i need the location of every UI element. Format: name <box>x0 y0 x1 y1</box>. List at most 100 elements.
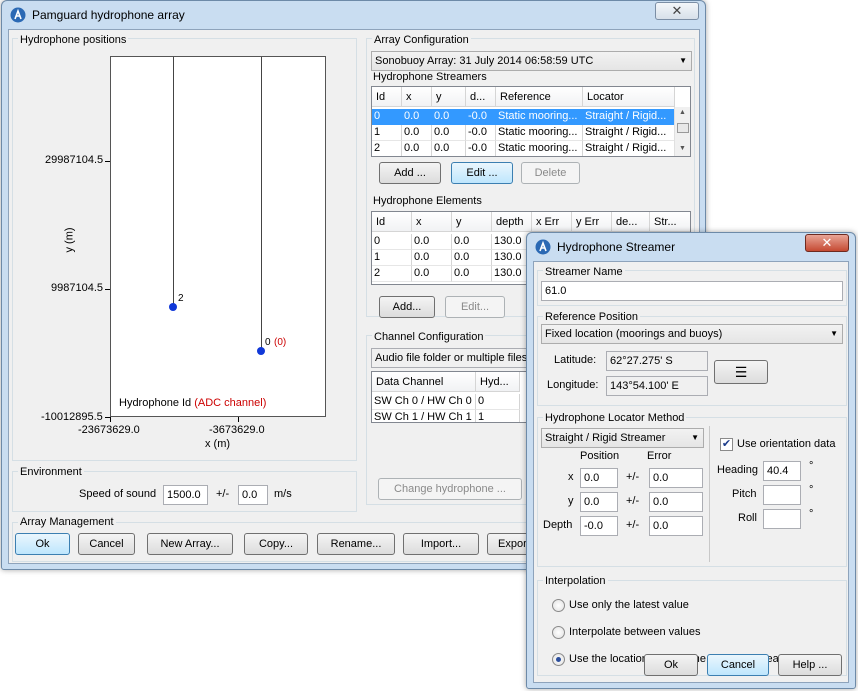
longitude-field: 143°54.100' E <box>606 376 708 396</box>
depth-error-input[interactable]: 0.0 <box>649 516 703 536</box>
position-menu-button[interactable]: ☰ <box>714 360 768 384</box>
streamer-close-button[interactable]: ✕ <box>805 234 849 252</box>
streamers-scrollbar[interactable]: ▲ ▼ <box>674 107 690 156</box>
table-row[interactable]: 2 0.0 0.0 -0.0 Static mooring... Straigh… <box>372 141 690 156</box>
x-plusminus-label: +/- <box>626 471 640 483</box>
streamers-table[interactable]: Id x y d... Reference Locator 0 0.0 0.0 … <box>371 86 691 157</box>
streamer-name-input[interactable]: 61.0 <box>541 281 843 301</box>
depth-position-input[interactable]: -0.0 <box>580 516 618 536</box>
interp-preceeding-radio[interactable] <box>552 653 565 666</box>
environment-label: Environment <box>18 466 84 478</box>
main-window-title: Pamguard hydrophone array <box>32 8 185 22</box>
table-row[interactable]: 0 0.0 0.0 -0.0 Static mooring... Straigh… <box>372 109 690 125</box>
main-titlebar[interactable]: Pamguard hydrophone array ✕ <box>2 1 705 29</box>
table-cell: -0.0 <box>466 109 496 125</box>
chevron-down-icon: ▼ <box>691 433 699 442</box>
table-cell: 0.0 <box>452 234 492 250</box>
streamers-col-x[interactable]: x <box>402 87 432 107</box>
streamer-help-button[interactable]: Help ... <box>778 654 842 676</box>
pitch-degree-label: ° <box>809 484 814 496</box>
use-orientation-checkbox[interactable]: ✔ <box>720 438 733 451</box>
element-add-button[interactable]: Add... <box>379 296 435 318</box>
y-tick-label: 9987104.5 <box>51 282 103 294</box>
table-cell: 2 <box>372 266 412 282</box>
table-cell: SW Ch 1 / HW Ch 1 <box>372 410 476 422</box>
interp-latest-radio[interactable] <box>552 599 565 612</box>
streamer-add-button[interactable]: Add ... <box>379 162 441 184</box>
y-position-input[interactable]: 0.0 <box>580 492 618 512</box>
roll-label: Roll <box>738 512 757 524</box>
streamer-dialog-titlebar[interactable]: Hydrophone Streamer ✕ <box>527 233 855 261</box>
y-axis-label: y (m) <box>63 227 76 253</box>
interp-latest-label: Use only the latest value <box>569 599 689 611</box>
streamers-col-depth[interactable]: d... <box>466 87 496 107</box>
x-error-input[interactable]: 0.0 <box>649 468 703 488</box>
elements-col-streamer[interactable]: Str... <box>650 212 690 232</box>
locator-select[interactable]: Straight / Rigid Streamer ▼ <box>541 428 704 448</box>
speed-of-sound-input[interactable]: 1500.0 <box>163 485 208 505</box>
table-cell: 0.0 <box>412 266 452 282</box>
pitch-input[interactable] <box>763 485 801 505</box>
scroll-thumb[interactable] <box>677 123 689 133</box>
elements-col-id[interactable]: Id <box>372 212 412 232</box>
array-select[interactable]: Sonobuoy Array: 31 July 2014 06:58:59 UT… <box>371 51 692 71</box>
element-edit-button[interactable]: Edit... <box>445 296 505 318</box>
rename-button[interactable]: Rename... <box>317 533 395 555</box>
y-tick-mark <box>105 161 110 162</box>
interp-between-radio[interactable] <box>552 626 565 639</box>
new-array-button[interactable]: New Array... <box>147 533 233 555</box>
table-cell: 0.0 <box>432 141 466 156</box>
elements-col-y[interactable]: y <box>452 212 492 232</box>
streamer-ok-button[interactable]: Ok <box>644 654 698 676</box>
hydrophone-label-0: 0 <box>265 337 271 348</box>
x-label: x <box>568 471 574 483</box>
hydrophone-label-2: 2 <box>178 293 184 304</box>
scroll-down-icon[interactable]: ▼ <box>679 145 686 152</box>
main-close-button[interactable]: ✕ <box>655 2 699 20</box>
table-cell: -0.0 <box>466 125 496 141</box>
streamer-dialog: Hydrophone Streamer ✕ Streamer Name 61.0… <box>526 232 856 689</box>
channels-col-hydrophone[interactable]: Hyd... <box>476 372 520 392</box>
longitude-label: Longitude: <box>547 379 599 391</box>
scroll-up-icon[interactable]: ▲ <box>679 109 686 116</box>
latitude-field: 62°27.275' S <box>606 351 708 371</box>
x-tick-label: -23673629.0 <box>78 424 140 436</box>
roll-input[interactable] <box>763 509 801 529</box>
elements-col-depth-err[interactable]: de... <box>612 212 650 232</box>
heading-input[interactable]: 40.4 <box>763 461 801 481</box>
x-position-input[interactable]: 0.0 <box>580 468 618 488</box>
main-cancel-button[interactable]: Cancel <box>78 533 135 555</box>
locator-separator <box>709 426 710 562</box>
reference-select[interactable]: Fixed location (moorings and buoys) ▼ <box>541 324 843 344</box>
table-cell: 0 <box>476 394 520 410</box>
y-tick-mark <box>105 289 110 290</box>
y-tick-label: -10012895.5 <box>41 411 103 423</box>
streamers-col-reference[interactable]: Reference <box>496 87 583 107</box>
table-cell: 0.0 <box>452 266 492 282</box>
streamer-delete-button[interactable]: Delete <box>521 162 580 184</box>
import-button[interactable]: Import... <box>403 533 479 555</box>
table-cell: 0.0 <box>452 250 492 266</box>
elements-col-depth[interactable]: depth <box>492 212 532 232</box>
table-cell: 0.0 <box>402 109 432 125</box>
y-error-input[interactable]: 0.0 <box>649 492 703 512</box>
channels-col-data-channel[interactable]: Data Channel <box>372 372 476 392</box>
streamers-col-y[interactable]: y <box>432 87 466 107</box>
change-hydrophone-button[interactable]: Change hydrophone ... <box>378 478 522 500</box>
streamer-edit-button[interactable]: Edit ... <box>451 162 513 184</box>
streamers-col-locator[interactable]: Locator <box>583 87 675 107</box>
table-row[interactable]: 1 0.0 0.0 -0.0 Static mooring... Straigh… <box>372 125 690 141</box>
streamers-col-id[interactable]: Id <box>372 87 402 107</box>
elements-col-y-err[interactable]: y Err <box>572 212 612 232</box>
main-ok-button[interactable]: Ok <box>15 533 70 555</box>
speed-error-input[interactable]: 0.0 <box>238 485 268 505</box>
streamer-cancel-button[interactable]: Cancel <box>707 654 769 676</box>
hydrophone-plot[interactable]: 2 0 (0) Hydrophone Id (ADC channel) <box>110 56 326 417</box>
elements-col-x-err[interactable]: x Err <box>532 212 572 232</box>
elements-col-x[interactable]: x <box>412 212 452 232</box>
copy-button[interactable]: Copy... <box>244 533 308 555</box>
table-cell: 1 <box>372 250 412 266</box>
table-cell: -0.0 <box>466 141 496 156</box>
table-cell: 0 <box>372 109 402 125</box>
array-select-value: Sonobuoy Array: 31 July 2014 06:58:59 UT… <box>375 55 594 67</box>
